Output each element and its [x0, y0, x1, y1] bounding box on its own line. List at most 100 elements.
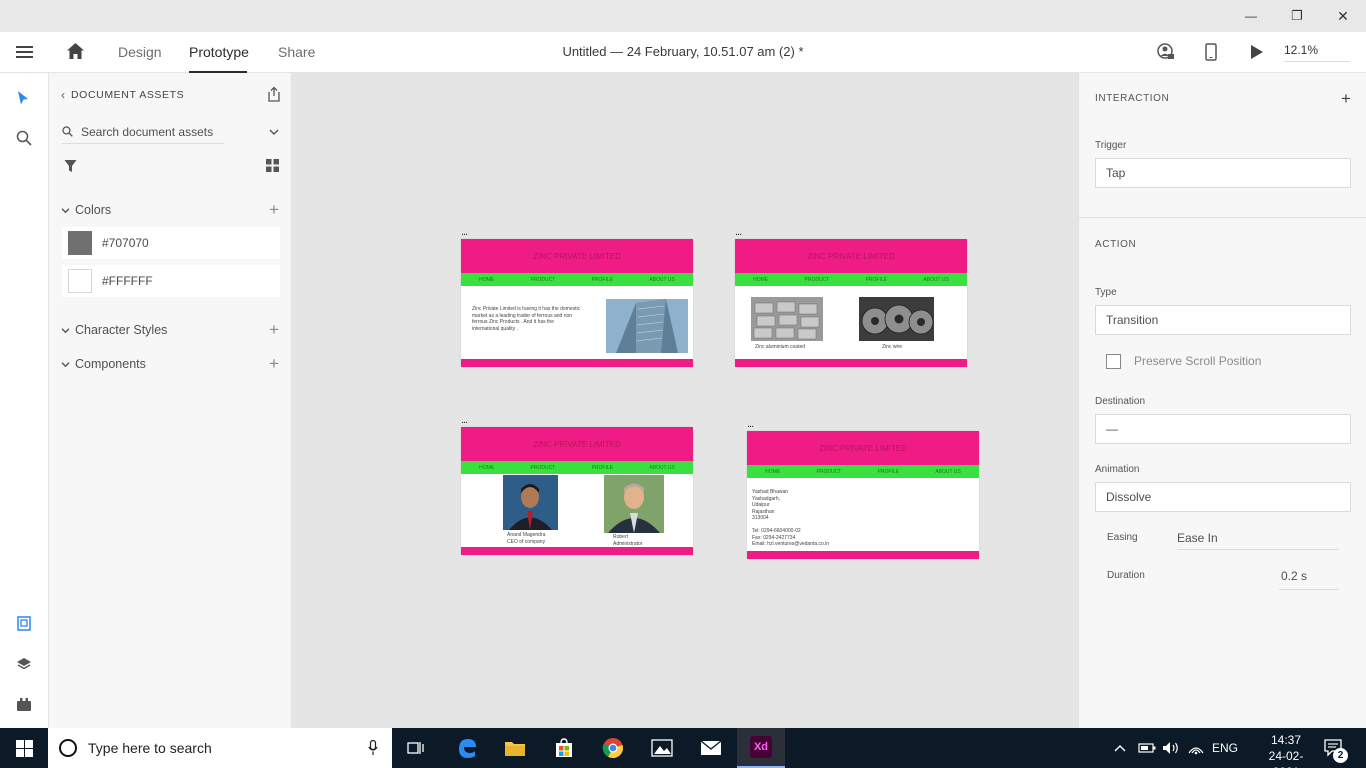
add-character-style-button[interactable]: +	[269, 321, 279, 338]
tab-share[interactable]: Share	[278, 44, 315, 60]
animation-label: Animation	[1095, 464, 1140, 475]
select-tool-button[interactable]	[17, 90, 29, 111]
plus-icon: +	[1341, 89, 1351, 108]
mail-app-button[interactable]	[687, 728, 735, 768]
colors-section-toggle[interactable]: Colors	[61, 203, 111, 217]
assets-panel-button[interactable]	[16, 615, 32, 636]
site-footer	[461, 359, 693, 367]
volume-button[interactable]	[1162, 728, 1180, 768]
user-profile-button[interactable]	[1157, 43, 1175, 66]
preserve-scroll-checkbox[interactable]	[1106, 354, 1121, 369]
start-button[interactable]	[0, 728, 48, 768]
tab-design[interactable]: Design	[118, 44, 162, 60]
nav-item: PRODUCT	[804, 276, 830, 283]
restore-button[interactable]: ❐	[1274, 0, 1320, 32]
type-select[interactable]: Transition	[1095, 305, 1351, 335]
grid-view-button[interactable]	[266, 159, 279, 177]
color-swatch-row[interactable]: #707070	[62, 227, 280, 259]
microsoft-store-button[interactable]	[540, 728, 588, 768]
design-canvas[interactable]: ... ZINC PRIVATE LIMITED HOME PRODUCT PR…	[292, 73, 1078, 728]
artboard-menu[interactable]: ...	[747, 419, 754, 430]
user-lock-icon	[1157, 43, 1174, 59]
plus-icon: +	[269, 200, 279, 219]
artboard-menu[interactable]: ...	[735, 227, 742, 238]
site-footer	[735, 359, 967, 367]
character-styles-section-toggle[interactable]: Character Styles	[61, 323, 167, 337]
destination-select[interactable]: —	[1095, 414, 1351, 444]
components-section-toggle[interactable]: Components	[61, 357, 146, 371]
task-view-button[interactable]	[392, 728, 440, 768]
plus-icon: +	[269, 320, 279, 339]
battery-status-button[interactable]	[1138, 728, 1156, 768]
play-preview-button[interactable]	[1250, 44, 1264, 65]
search-options-dropdown[interactable]	[269, 123, 279, 141]
duration-input[interactable]: 0.2 s	[1279, 562, 1339, 590]
adobe-xd-icon: Xd	[750, 736, 772, 758]
store-bag-icon	[556, 738, 572, 757]
nav-item: PROFILE	[865, 276, 887, 283]
site-footer	[461, 547, 693, 555]
task-view-icon	[407, 742, 424, 754]
show-hidden-icons-button[interactable]	[1114, 728, 1126, 768]
tab-prototype[interactable]: Prototype	[189, 44, 249, 60]
zoom-tool-button[interactable]	[16, 130, 32, 151]
artboard-menu[interactable]: ...	[461, 415, 468, 426]
edge-browser-button[interactable]	[443, 728, 491, 768]
filter-button[interactable]	[64, 159, 77, 178]
artboard-home[interactable]: ZINC PRIVATE LIMITED HOME PRODUCT PROFIL…	[461, 239, 693, 367]
photos-app-button[interactable]	[638, 728, 686, 768]
chevron-up-icon	[1114, 745, 1126, 752]
edge-browser-icon	[459, 739, 476, 758]
mail-envelope-icon	[700, 740, 722, 755]
device-preview-button[interactable]	[1205, 43, 1217, 66]
nav-item: PRODUCT	[530, 464, 556, 471]
easing-select[interactable]: Ease In	[1177, 524, 1339, 550]
assets-search-field[interactable]: Search document assets	[62, 120, 224, 144]
add-component-button[interactable]: +	[269, 355, 279, 372]
color-swatch-row[interactable]: #FFFFFF	[62, 265, 280, 297]
hamburger-menu-button[interactable]	[16, 44, 34, 65]
profile-caption: Robert Administrator	[613, 534, 643, 547]
assets-back-button[interactable]: ‹ DOCUMENT ASSETS	[61, 88, 184, 102]
nav-item: HOME	[753, 276, 769, 283]
plus-icon: +	[269, 354, 279, 373]
building-photo	[606, 299, 688, 353]
site-nav: HOME PRODUCT PROFILE ABOUT US	[735, 273, 967, 286]
easing-label: Easing	[1107, 532, 1138, 543]
add-color-button[interactable]: +	[269, 201, 279, 218]
section-divider	[1079, 217, 1366, 218]
windows-taskbar: Type here to search Xd ENG 14:37 24-02- 2…	[0, 728, 1366, 768]
components-label: Components	[75, 357, 146, 371]
ceo-portrait-photo	[503, 475, 558, 530]
input-language-indicator[interactable]: ENG	[1212, 728, 1238, 768]
trigger-select[interactable]: Tap	[1095, 158, 1351, 188]
export-assets-button[interactable]	[266, 86, 282, 107]
search-icon	[62, 126, 73, 137]
duration-label: Duration	[1107, 570, 1145, 581]
file-explorer-button[interactable]	[491, 728, 539, 768]
nav-item: PROFILE	[591, 464, 613, 471]
nav-item: PRODUCT	[530, 276, 556, 283]
minimize-button[interactable]: —	[1228, 0, 1274, 32]
animation-select[interactable]: Dissolve	[1095, 482, 1351, 512]
taskbar-search-placeholder: Type here to search	[88, 740, 212, 756]
taskbar-clock[interactable]: 14:37 24-02-2021	[1256, 732, 1316, 768]
close-button[interactable]: ✕	[1320, 0, 1366, 32]
artboard-profile[interactable]: ZINC PRIVATE LIMITED HOME PRODUCT PROFIL…	[461, 427, 693, 555]
zoom-level-field[interactable]: 12.1%	[1284, 43, 1350, 62]
adobe-xd-button[interactable]: Xd	[737, 728, 785, 768]
artboard-menu[interactable]: ...	[461, 227, 468, 238]
chrome-browser-button[interactable]	[589, 728, 637, 768]
plugins-panel-button[interactable]	[16, 696, 32, 717]
microphone-icon	[368, 740, 378, 755]
tool-rail	[0, 73, 49, 728]
prototype-properties-panel: INTERACTION + Trigger Tap ACTION Type Tr…	[1078, 73, 1366, 728]
plugins-icon	[17, 698, 31, 711]
artboard-about[interactable]: ZINC PRIVATE LIMITED HOME PRODUCT PROFIL…	[747, 431, 979, 559]
layers-panel-button[interactable]	[16, 656, 32, 677]
artboard-product[interactable]: ZINC PRIVATE LIMITED HOME PRODUCT PROFIL…	[735, 239, 967, 367]
taskbar-search-box[interactable]: Type here to search	[48, 728, 392, 768]
home-button[interactable]	[66, 42, 85, 65]
add-interaction-button[interactable]: +	[1341, 90, 1351, 107]
network-wifi-button[interactable]	[1187, 728, 1205, 768]
